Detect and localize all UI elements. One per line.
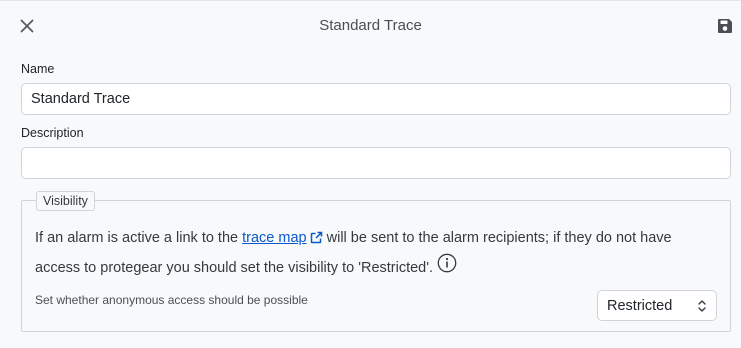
trace-map-link[interactable]: trace map bbox=[242, 230, 322, 246]
save-button[interactable] bbox=[714, 15, 736, 37]
header-bar: Standard Trace bbox=[0, 1, 741, 51]
visibility-legend: Visibility bbox=[36, 191, 95, 211]
page-title: Standard Trace bbox=[319, 17, 422, 34]
external-link-icon bbox=[310, 231, 322, 244]
trace-map-link-label: trace map bbox=[242, 230, 307, 246]
description-label: Description bbox=[21, 126, 84, 140]
trace-editor-panel: Standard Trace Name Description Visibili… bbox=[0, 0, 741, 348]
floppy-disk-icon bbox=[718, 19, 732, 33]
info-circle-icon[interactable] bbox=[437, 253, 457, 273]
visibility-select-value: Restricted bbox=[607, 298, 673, 314]
visibility-select[interactable]: Restricted bbox=[597, 290, 717, 321]
anonymous-access-label: Set whether anonymous access should be p… bbox=[35, 293, 308, 307]
visibility-info-text: If an alarm is active a link to the trac… bbox=[35, 224, 705, 283]
description-input[interactable] bbox=[21, 147, 731, 179]
name-label: Name bbox=[21, 62, 55, 76]
info-text-part-1: If an alarm is active a link to the bbox=[35, 230, 243, 246]
chevron-up-down-icon bbox=[698, 300, 706, 312]
name-input[interactable] bbox=[21, 83, 731, 115]
